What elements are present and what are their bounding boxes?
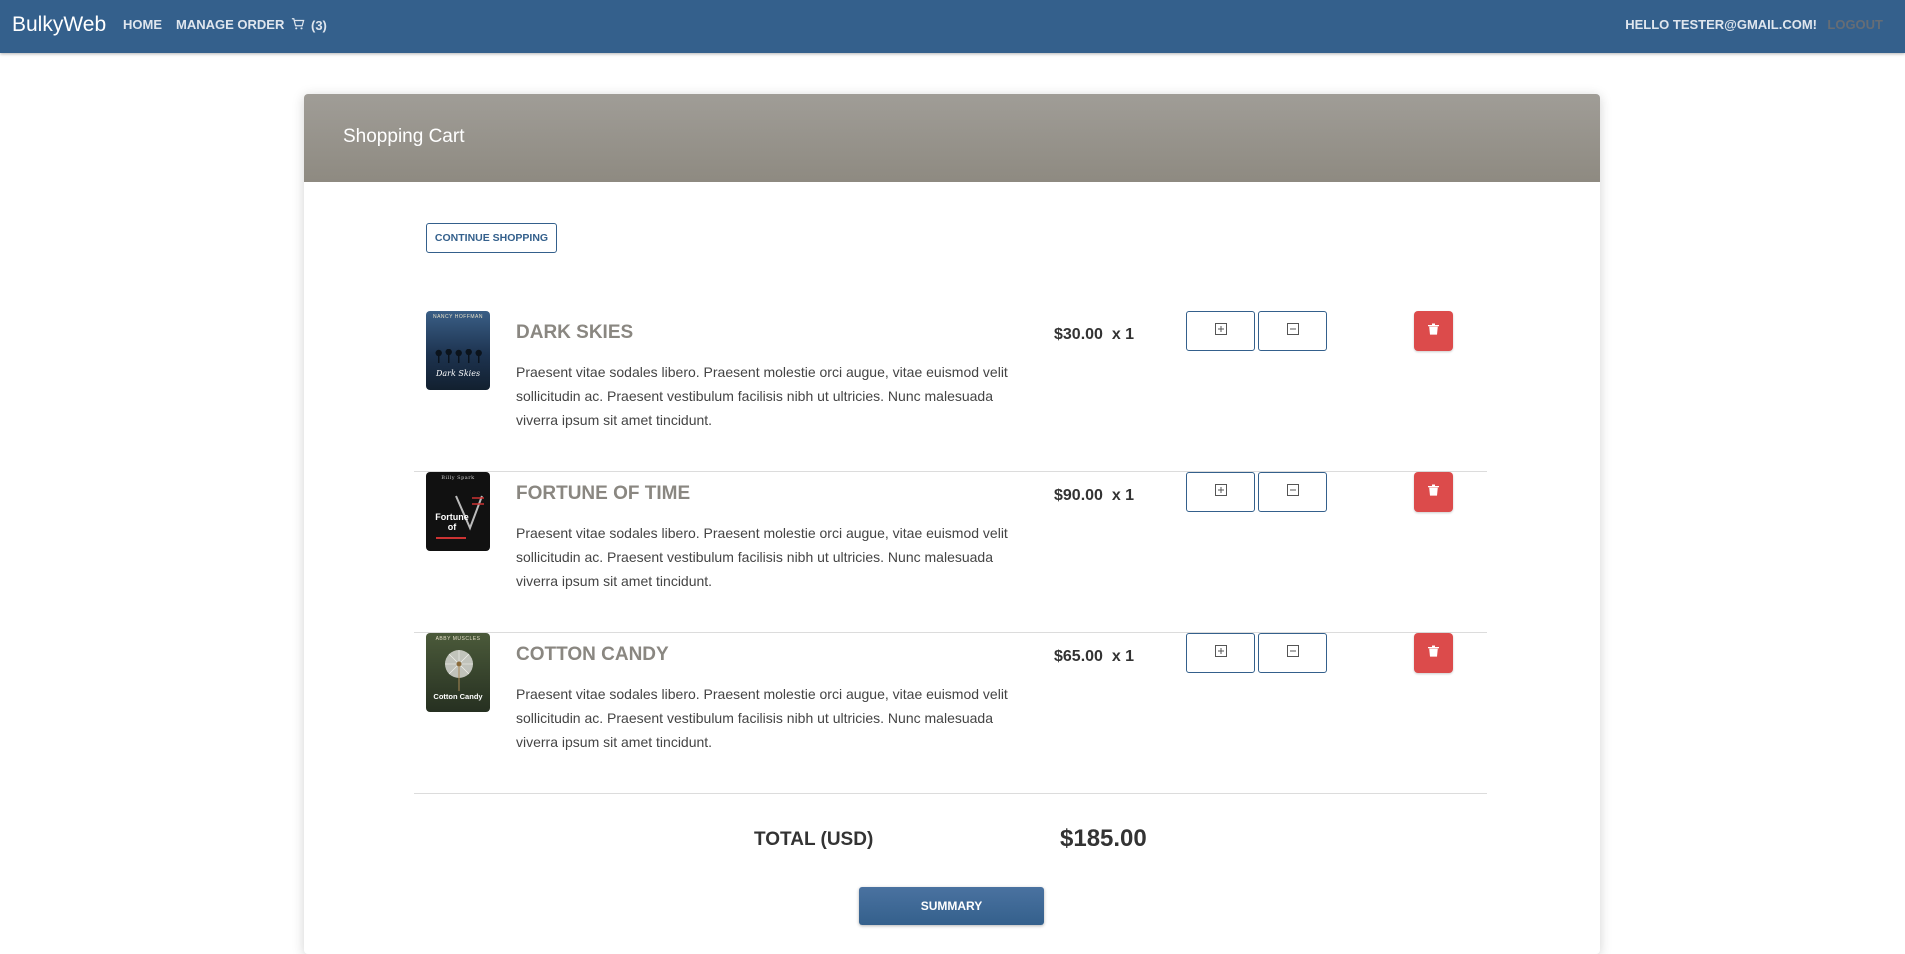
nav-home-link[interactable]: HOME (123, 17, 162, 32)
plus-square-icon (1214, 322, 1227, 340)
trash-icon (1428, 644, 1439, 662)
total-value: $185.00 (1060, 825, 1147, 852)
page-title: Shopping Cart (343, 126, 465, 147)
decrease-quantity-button[interactable] (1258, 472, 1327, 512)
book-cover-image: NANCY HOFFMAN Dark Skies (426, 311, 490, 390)
item-title: DARK SKIES (516, 322, 634, 343)
nav-cart-link[interactable]: (3) (291, 17, 327, 34)
decrease-quantity-button[interactable] (1258, 311, 1327, 351)
item-price-value: $90.00 (1054, 487, 1103, 504)
item-price-value: $30.00 (1054, 326, 1103, 343)
continue-shopping-button[interactable]: CONTINUE SHOPPING (426, 223, 557, 253)
delete-item-button[interactable] (1414, 633, 1453, 673)
item-description: Praesent vitae sodales libero. Praesent … (516, 686, 1008, 750)
item-title: FORTUNE OF TIME (516, 483, 691, 504)
minus-square-icon (1286, 483, 1299, 501)
item-quantity: x 1 (1111, 326, 1135, 343)
cover-author-text: ABBY MUSCLES (435, 636, 481, 642)
increase-quantity-button[interactable] (1186, 472, 1255, 512)
item-price: $30.00 x 1 (1054, 326, 1134, 344)
cover-title-text: Fortune of (435, 512, 469, 532)
trash-icon (1428, 322, 1439, 340)
book-cover-image: ABBY MUSCLES Cotton Candy (426, 633, 490, 712)
minus-square-icon (1286, 322, 1299, 340)
brand-logo[interactable]: BulkyWeb (12, 13, 106, 37)
item-quantity: x 1 (1111, 487, 1135, 504)
plus-square-icon (1214, 644, 1227, 662)
cart-icon (291, 17, 305, 34)
nav-manage-order-link[interactable]: MANAGE ORDER (176, 17, 284, 32)
cart-count: (3) (311, 18, 327, 33)
increase-quantity-button[interactable] (1186, 633, 1255, 673)
logout-button[interactable]: LOGOUT (1827, 17, 1883, 32)
navbar: BulkyWeb HOME MANAGE ORDER (3) HELLO TES… (0, 0, 1905, 53)
decrease-quantity-button[interactable] (1258, 633, 1327, 673)
delete-item-button[interactable] (1414, 472, 1453, 512)
cover-title-text: Dark Skies (435, 369, 481, 378)
increase-quantity-button[interactable] (1186, 311, 1255, 351)
item-price: $90.00 x 1 (1054, 487, 1134, 505)
shopping-cart-card: Shopping Cart CONTINUE SHOPPING NANCY HO… (304, 94, 1600, 954)
summary-button[interactable]: SUMMARY (859, 887, 1044, 925)
item-description: Praesent vitae sodales libero. Praesent … (516, 364, 1008, 428)
item-price-value: $65.00 (1054, 648, 1103, 665)
total-label: TOTAL (USD) (754, 829, 874, 850)
item-title: COTTON CANDY (516, 644, 669, 665)
cover-author-text: NANCY HOFFMAN (432, 314, 484, 320)
cover-author-text: Billy Spark (441, 475, 475, 481)
plus-square-icon (1214, 483, 1227, 501)
user-greeting[interactable]: HELLO TESTER@GMAIL.COM! (1625, 17, 1817, 32)
book-cover-image: Billy Spark Fortune of (426, 472, 490, 551)
item-description: Praesent vitae sodales libero. Praesent … (516, 525, 1008, 589)
minus-square-icon (1286, 644, 1299, 662)
trash-icon (1428, 483, 1439, 501)
cart-item-row: ABBY MUSCLES Cotton Candy COTTON CANDY P… (414, 633, 1487, 794)
item-price: $65.00 x 1 (1054, 648, 1134, 666)
item-quantity: x 1 (1111, 648, 1135, 665)
delete-item-button[interactable] (1414, 311, 1453, 351)
card-header: Shopping Cart (304, 94, 1600, 182)
cart-item-row: Billy Spark Fortune of FORTUNE OF TIME P… (414, 472, 1487, 633)
cart-item-row: NANCY HOFFMAN Dark Skies DARK SKIES Prae… (414, 311, 1487, 472)
cover-title-text: Cotton Candy (433, 692, 483, 701)
